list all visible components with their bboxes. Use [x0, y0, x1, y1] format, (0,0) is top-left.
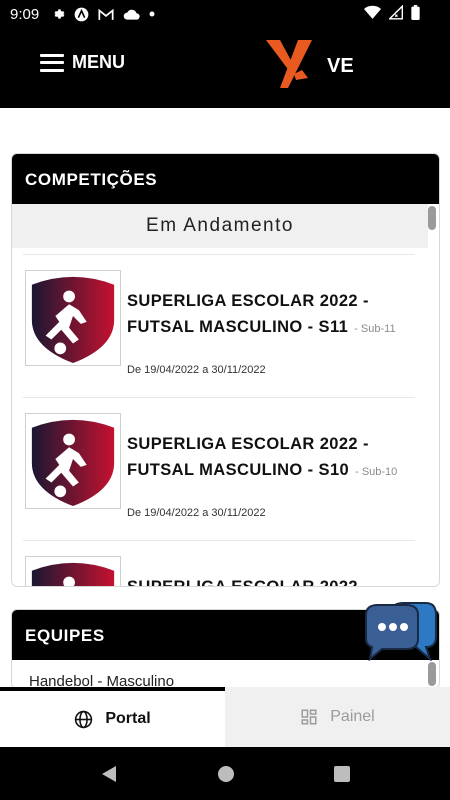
- wifi-icon: [364, 5, 381, 19]
- competition-title: SUPERLIGA ESCOLAR 2022 - FUTSAL MASCULIN…: [127, 435, 398, 479]
- status-time: 9:09: [10, 5, 40, 23]
- competition-item[interactable]: SUPERLIGA ESCOLAR 2022 - FUTSAL MASCULIN…: [23, 254, 415, 397]
- competition-item[interactable]: SUPERLIGA ESCOLAR 2022 - FUTSAL MASCULIN…: [23, 397, 415, 540]
- cloud-icon: [123, 9, 140, 20]
- app-header: MENU VE: [0, 28, 450, 108]
- tab-painel[interactable]: Painel: [225, 687, 450, 747]
- tab-portal-label: Portal: [105, 710, 151, 727]
- home-icon[interactable]: [217, 765, 235, 783]
- competition-category: - Sub-11: [354, 323, 396, 335]
- competitions-scrollbar[interactable]: [428, 206, 436, 230]
- dashboard-icon: [301, 709, 317, 725]
- signal-icon: [389, 5, 403, 20]
- competition-title: SUPERLIGA ESCOLAR 2022 -: [127, 578, 369, 587]
- gear-icon: [54, 9, 65, 19]
- system-navigation-bar: [0, 747, 450, 800]
- logo-text: VE: [327, 55, 354, 77]
- menu-button[interactable]: MENU: [40, 52, 125, 73]
- bottom-navigation: Portal Painel: [0, 687, 450, 747]
- globe-icon: [75, 710, 93, 728]
- dot-icon: [149, 11, 155, 17]
- competition-item[interactable]: SUPERLIGA ESCOLAR 2022 -: [23, 540, 415, 587]
- competition-category: - Sub-10: [355, 466, 398, 478]
- competitions-title: COMPETIÇÕES: [12, 154, 439, 204]
- competition-title: SUPERLIGA ESCOLAR 2022 - FUTSAL MASCULIN…: [127, 292, 396, 336]
- back-icon[interactable]: [100, 765, 118, 783]
- app-a-icon: [74, 7, 89, 21]
- gmail-icon: [98, 8, 114, 20]
- status-system-icons: [364, 5, 420, 20]
- competition-shield-icon: [25, 556, 121, 586]
- tab-painel-label: Painel: [330, 708, 375, 725]
- competitions-card: COMPETIÇÕES Em Andamento SUPERLIGA ESCOL…: [11, 153, 440, 587]
- teams-scrollbar[interactable]: [428, 662, 436, 686]
- menu-label: MENU: [72, 52, 125, 72]
- competition-shield-icon: [25, 270, 121, 366]
- competition-date: De 19/04/2022 a 30/11/2022: [127, 507, 266, 519]
- recents-icon[interactable]: [334, 765, 351, 782]
- status-notification-icons: [51, 7, 155, 22]
- logo-icon: [266, 40, 312, 88]
- tab-portal[interactable]: Portal: [0, 687, 225, 747]
- chat-icon[interactable]: [362, 601, 438, 661]
- battery-icon: [411, 5, 420, 20]
- status-bar: 9:09: [0, 0, 450, 28]
- competition-date: De 19/04/2022 a 30/11/2022: [127, 364, 266, 376]
- status-filter-subheader: Em Andamento: [12, 204, 428, 248]
- hamburger-icon: [40, 53, 64, 72]
- competition-shield-icon: [25, 413, 121, 509]
